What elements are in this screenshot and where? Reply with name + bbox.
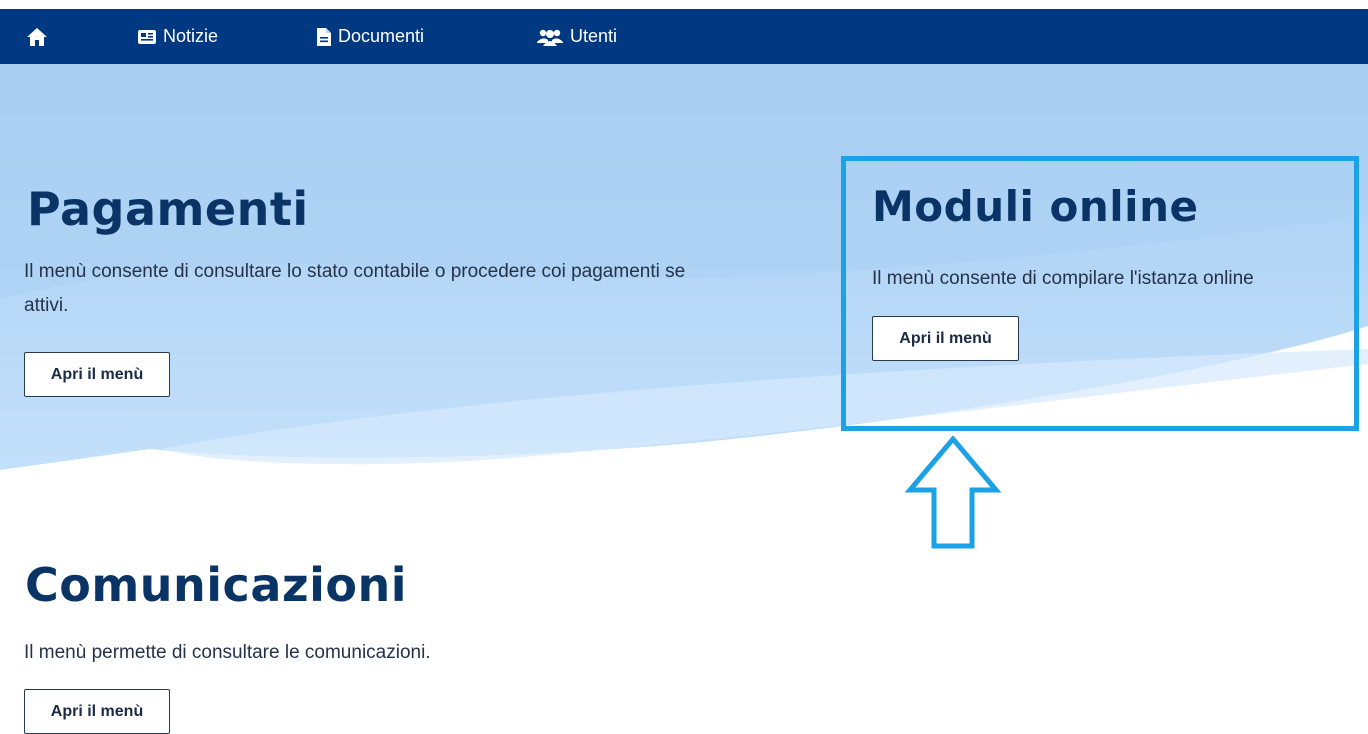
nav-utenti-label: Utenti [570, 26, 617, 47]
pagamenti-open-menu-button[interactable]: Apri il menù [24, 352, 170, 397]
nav-notizie-label: Notizie [163, 26, 218, 47]
top-navbar: Notizie Documenti Utenti [0, 9, 1368, 64]
comunicazioni-open-menu-button[interactable]: Apri il menù [24, 689, 170, 734]
home-icon [26, 27, 48, 47]
comunicazioni-title: Comunicazioni [25, 558, 407, 612]
nav-home[interactable] [26, 9, 48, 64]
nav-utenti[interactable]: Utenti [536, 9, 617, 64]
comunicazioni-description: Il menù permette di consultare le comuni… [24, 636, 724, 670]
up-arrow-icon [905, 436, 1001, 556]
nav-documenti[interactable]: Documenti [316, 9, 424, 64]
nav-documenti-label: Documenti [338, 26, 424, 47]
nav-notizie[interactable]: Notizie [137, 9, 218, 64]
newspaper-icon [137, 28, 157, 46]
highlight-box [841, 156, 1359, 431]
pagamenti-title: Pagamenti [27, 182, 309, 236]
pagamenti-description: Il menù consente di consultare lo stato … [24, 255, 724, 323]
document-icon [316, 27, 332, 47]
users-icon [536, 27, 564, 47]
